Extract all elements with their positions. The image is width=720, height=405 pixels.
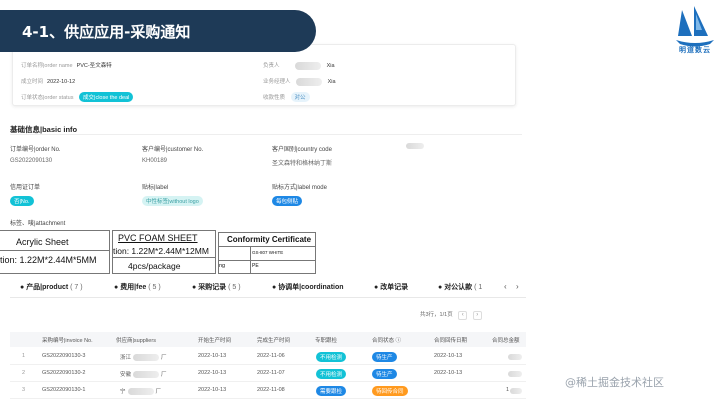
change-icon: ● bbox=[374, 284, 379, 291]
tab-purchase-record[interactable]: ● 采购记录 ( 5 ) bbox=[192, 282, 241, 292]
table-row[interactable]: 2 GS2022090130-2 安徽厂 2022-10-13 2022-11-… bbox=[10, 366, 526, 382]
salesman-field: 业务经理人 Xia bbox=[263, 77, 336, 86]
attachment-preview[interactable]: Acrylic Sheet tion: 1.22M*2.44M*5MM PVC … bbox=[0, 228, 318, 274]
table-row[interactable]: 1 GS2022090130-3 浙江厂 2022-10-13 2022-11-… bbox=[10, 349, 526, 365]
order-no-label: 订单编号|order No. bbox=[10, 147, 61, 153]
credit-badge: 否|No. bbox=[10, 196, 34, 206]
tab-change-record[interactable]: ● 改单记录 bbox=[374, 282, 408, 292]
credit-label: 信用证订单 bbox=[10, 185, 41, 191]
product-icon: ● bbox=[20, 284, 25, 291]
avatar bbox=[295, 61, 322, 70]
tab-coordination[interactable]: ● 协调单|coordination bbox=[272, 282, 344, 292]
owner-field: 负责人 Xia bbox=[263, 61, 335, 70]
tab-product[interactable]: ● 产品|product ( 7 ) bbox=[20, 282, 83, 292]
status-badge: 成交|close the deal bbox=[79, 92, 134, 102]
tabs-scroll-left-icon[interactable]: ‹ bbox=[504, 282, 507, 291]
check-badge: 不用检测 bbox=[316, 352, 347, 362]
customer-no-label: 客户编号|customer No. bbox=[142, 147, 204, 153]
check-badge: 需要跟检 bbox=[316, 386, 347, 396]
coordination-icon: ● bbox=[272, 284, 277, 291]
tabs-underline bbox=[10, 297, 526, 298]
title-banner: 4-1、供应应用-采购通知 bbox=[0, 10, 316, 52]
label-badge: 中性标签|without logo bbox=[142, 196, 203, 206]
collect-badge: 对公 bbox=[290, 92, 310, 102]
payment-icon: ● bbox=[438, 284, 443, 291]
customer-no-value: KH00189 bbox=[142, 158, 168, 164]
tabs-scroll-right-icon[interactable]: › bbox=[516, 282, 519, 291]
country-flag-icon bbox=[406, 143, 424, 149]
status-badge: 待生产 bbox=[372, 352, 397, 362]
fee-icon: ● bbox=[114, 284, 119, 291]
prev-page-button[interactable]: ‹ bbox=[458, 311, 468, 320]
pagination: 共3行，1/1页 ‹ › bbox=[420, 310, 482, 320]
collect-field: 收款性质 对公 bbox=[263, 92, 310, 102]
watermark: @稀土掘金技术社区 bbox=[565, 376, 664, 389]
created-field: 成立时间 2022-10-12 bbox=[21, 79, 76, 85]
avatar bbox=[296, 77, 323, 86]
country-label: 客户国别|country code bbox=[272, 147, 332, 153]
tab-fee[interactable]: ● 费用|fee ( 5 ) bbox=[114, 282, 161, 292]
page-title: 4-1、供应应用-采购通知 bbox=[22, 23, 191, 41]
status-badge: 待回传合同 bbox=[372, 386, 408, 396]
check-badge: 不用检测 bbox=[316, 369, 347, 379]
order-summary-card: 订单名称|order name PVC-圣文森特 负责人 Xia 成立时间 2022… bbox=[12, 44, 516, 106]
section-divider bbox=[10, 134, 522, 135]
order-status-field: 订单状态|order status 成交|close the deal bbox=[21, 92, 134, 102]
label-label: 贴标|label bbox=[142, 185, 169, 191]
country-value: 圣文森特和格林纳丁斯 bbox=[272, 161, 333, 167]
table-row[interactable]: 3 GS2022090130-1 宁厂 2022-10-13 2022-11-0… bbox=[10, 383, 526, 399]
tab-public-payment[interactable]: ● 对公认款 ( 1 bbox=[438, 282, 482, 292]
table-header: 采购编号|invoice No. 供应商|suppliers 开始生产时间 完成… bbox=[10, 332, 526, 347]
order-no-value: GS2022090130 bbox=[10, 158, 53, 164]
purchase-icon: ● bbox=[192, 284, 197, 291]
next-page-button[interactable]: › bbox=[472, 311, 482, 320]
label-mode-label: 贴标方式|label mode bbox=[272, 185, 327, 191]
label-mode-badge: 每包侧贴 bbox=[272, 196, 303, 206]
attachment-label: 标签、唛|attachment bbox=[10, 221, 66, 227]
logo-text: 明道数云 bbox=[679, 47, 711, 54]
status-badge: 待生产 bbox=[372, 369, 397, 379]
detail-tabs: ● 产品|product ( 7 ) ● 费用|fee ( 5 ) ● 采购记录… bbox=[0, 278, 526, 296]
order-name-field: 订单名称|order name PVC-圣文森特 bbox=[21, 63, 112, 69]
